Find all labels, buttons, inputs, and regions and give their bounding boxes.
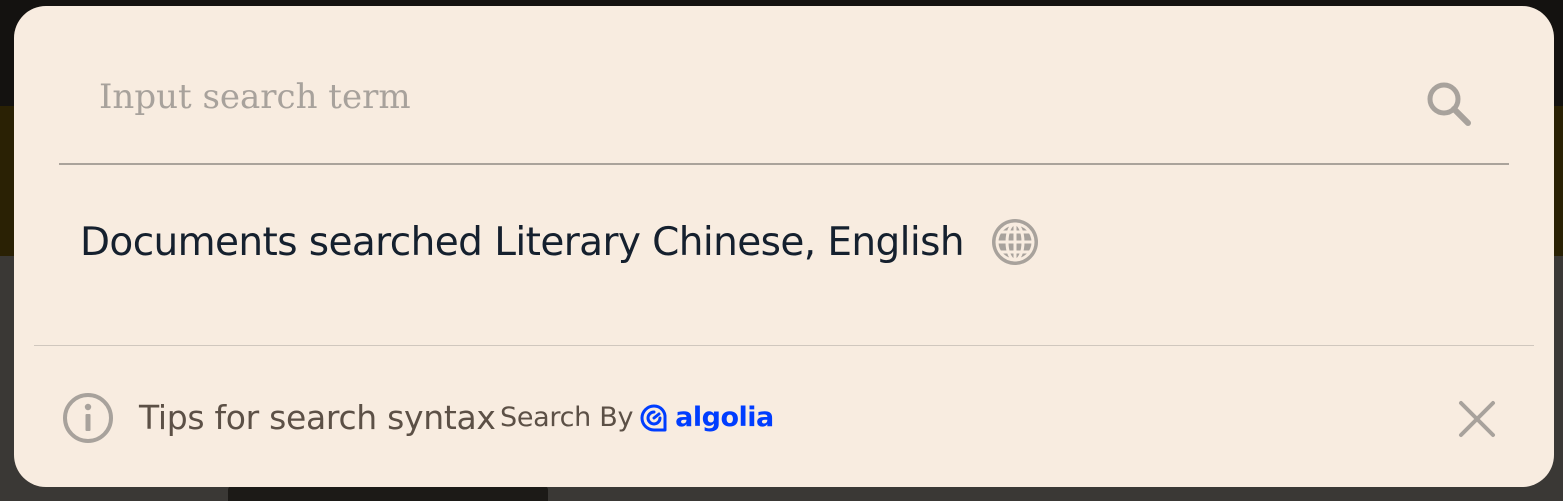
info-icon[interactable]: [62, 392, 114, 444]
search-underline: [59, 163, 1509, 165]
search-modal: Documents searched Literary Chinese, Eng…: [14, 6, 1554, 487]
close-icon: [1459, 401, 1495, 437]
documents-searched-label: Documents searched: [80, 219, 483, 265]
search-footer: Tips for search syntax Search By algolia: [62, 390, 1512, 446]
tips-search-syntax-link[interactable]: Tips for search syntax: [139, 398, 496, 437]
footer-divider: [34, 345, 1534, 346]
documents-searched-row: Documents searched Literary Chinese, Eng…: [80, 212, 1042, 272]
search-bar: [59, 62, 1509, 165]
search-icon: [1427, 82, 1471, 126]
algolia-wordmark: algolia: [675, 402, 774, 433]
search-by-algolia-link[interactable]: Search By algolia: [500, 402, 774, 433]
search-button[interactable]: [1421, 78, 1477, 130]
search-by-label: Search By: [500, 402, 634, 433]
close-button[interactable]: [1452, 394, 1502, 444]
algolia-logo-icon: [640, 403, 667, 431]
language-selector-button[interactable]: [988, 215, 1042, 269]
background-heading-fragment: [228, 486, 548, 501]
search-input[interactable]: [59, 62, 1419, 132]
globe-icon: [992, 219, 1038, 265]
documents-searched-languages: Literary Chinese, English: [494, 219, 964, 265]
